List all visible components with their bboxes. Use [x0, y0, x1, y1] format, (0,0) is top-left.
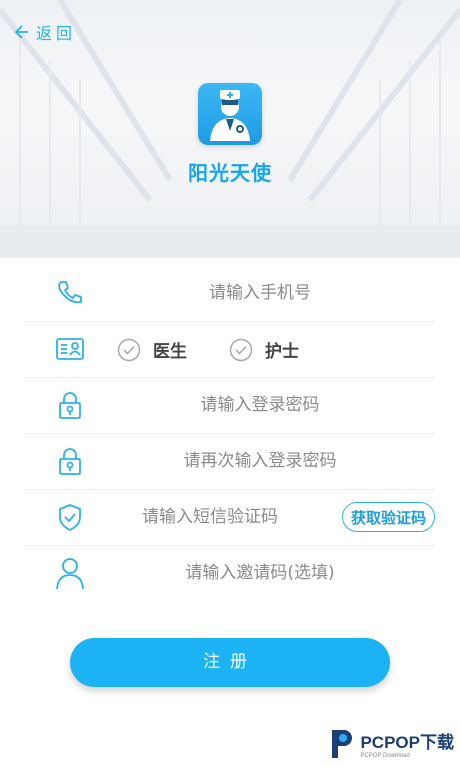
watermark-sub: PCPOP Download — [360, 752, 410, 759]
register-button[interactable]: 注册 — [70, 638, 390, 687]
role-row: 医生 护士 — [25, 322, 435, 378]
app-logo — [198, 83, 262, 145]
confirm-password-row: 请再次输入登录密码 — [25, 434, 435, 490]
sms-code-row: 请输入短信验证码 获取验证码 — [25, 490, 435, 546]
back-button[interactable]: 返回 — [12, 20, 76, 44]
shield-check-icon — [59, 504, 81, 531]
get-code-button[interactable]: 获取验证码 — [341, 502, 435, 532]
check-circle-icon — [117, 338, 141, 361]
phone-row: 请输入手机号 — [25, 266, 435, 322]
role-nurse-option[interactable]: 护士 — [229, 322, 299, 377]
lock-icon — [59, 392, 81, 419]
back-label: 返回 — [36, 24, 77, 43]
watermark-brand: PCPOP下载 — [360, 732, 454, 752]
watermark-logo: PCPOP下载 PCPOP Download — [326, 726, 454, 760]
confirm-password-input[interactable]: 请再次输入登录密码 — [85, 434, 435, 489]
lock-icon — [59, 448, 81, 475]
pcpop-logo-icon — [332, 730, 353, 758]
phone-icon — [58, 281, 82, 304]
phone-input[interactable]: 请输入手机号 — [85, 266, 435, 321]
check-circle-icon — [229, 338, 253, 361]
doctor-icon — [210, 90, 250, 141]
role-doctor-label: 医生 — [153, 342, 187, 362]
role-nurse-label: 护士 — [265, 342, 299, 362]
password-row: 请输入登录密码 — [25, 378, 435, 434]
arrow-left-icon — [14, 25, 28, 39]
invite-code-row: 请输入邀请码(选填) — [25, 546, 435, 601]
register-form: 请输入手机号 医生 护士 请输入登录密码 请再次输入登录密码 请输入短信验证码 … — [25, 266, 435, 601]
id-card-icon — [56, 338, 84, 360]
user-icon — [56, 558, 84, 590]
header-banner: 返回 阳光天使 — [0, 0, 460, 258]
app-name: 阳光天使 — [188, 161, 272, 185]
password-input[interactable]: 请输入登录密码 — [85, 378, 435, 433]
sms-code-input[interactable]: 请输入短信验证码 — [85, 490, 335, 545]
role-doctor-option[interactable]: 医生 — [117, 322, 187, 377]
invite-code-input[interactable]: 请输入邀请码(选填) — [85, 546, 435, 601]
